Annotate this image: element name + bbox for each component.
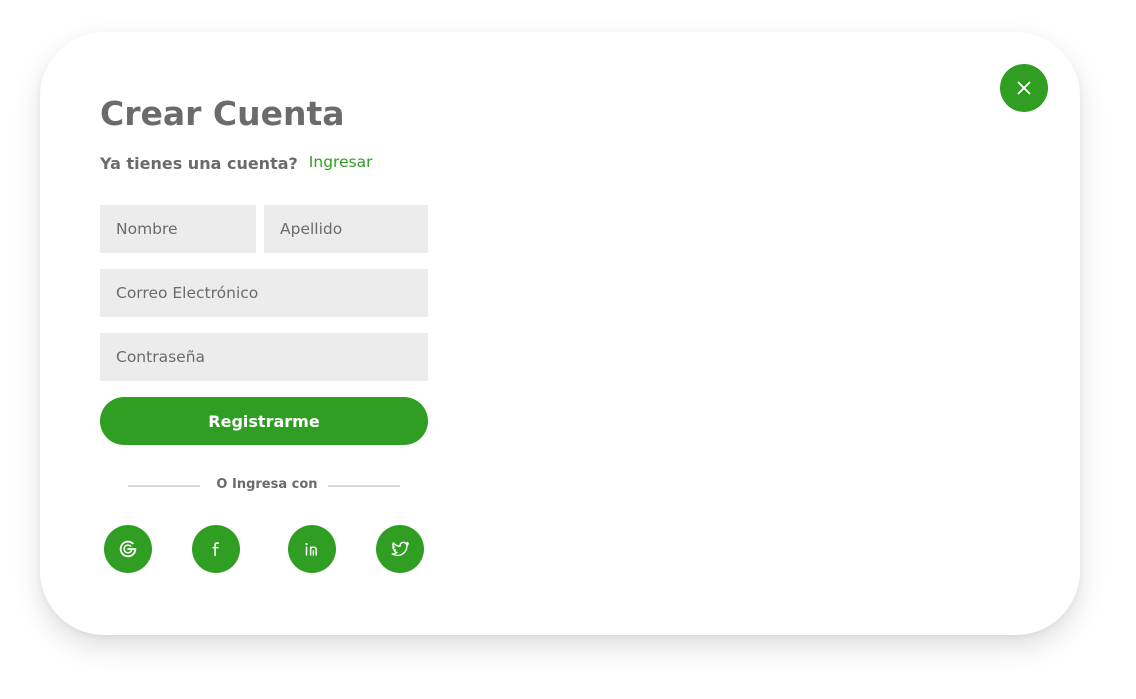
last-name-field[interactable]: Apellido — [264, 205, 428, 253]
google-icon — [119, 540, 137, 558]
page-title: Crear Cuenta — [100, 94, 345, 133]
divider-line-left — [128, 485, 200, 487]
linkedin-icon — [305, 542, 317, 556]
signup-modal: Crear Cuenta Ya tienes una cuenta? Ingre… — [40, 32, 1080, 635]
register-button[interactable]: Registrarme — [100, 397, 428, 445]
social-divider-text: O Ingresa con — [216, 477, 318, 492]
google-login-button[interactable] — [104, 525, 152, 573]
login-link[interactable]: Ingresar — [309, 153, 373, 171]
close-button[interactable] — [1000, 64, 1048, 112]
has-account-text: Ya tienes una cuenta? — [100, 153, 298, 173]
facebook-icon — [212, 542, 220, 557]
password-placeholder: Contraseña — [116, 348, 206, 366]
twitter-login-button[interactable] — [376, 525, 424, 573]
linkedin-login-button[interactable] — [288, 525, 336, 573]
email-field[interactable]: Correo Electrónico — [100, 269, 428, 317]
last-name-placeholder: Apellido — [280, 220, 343, 238]
twitter-icon — [391, 541, 409, 557]
email-placeholder: Correo Electrónico — [116, 284, 259, 302]
divider-line-right — [328, 485, 400, 487]
close-icon — [1017, 81, 1031, 95]
password-field[interactable]: Contraseña — [100, 333, 428, 381]
first-name-field[interactable]: Nombre — [100, 205, 256, 253]
first-name-placeholder: Nombre — [116, 220, 178, 238]
facebook-login-button[interactable] — [192, 525, 240, 573]
login-prompt: Ya tienes una cuenta? Ingresar — [100, 152, 373, 174]
